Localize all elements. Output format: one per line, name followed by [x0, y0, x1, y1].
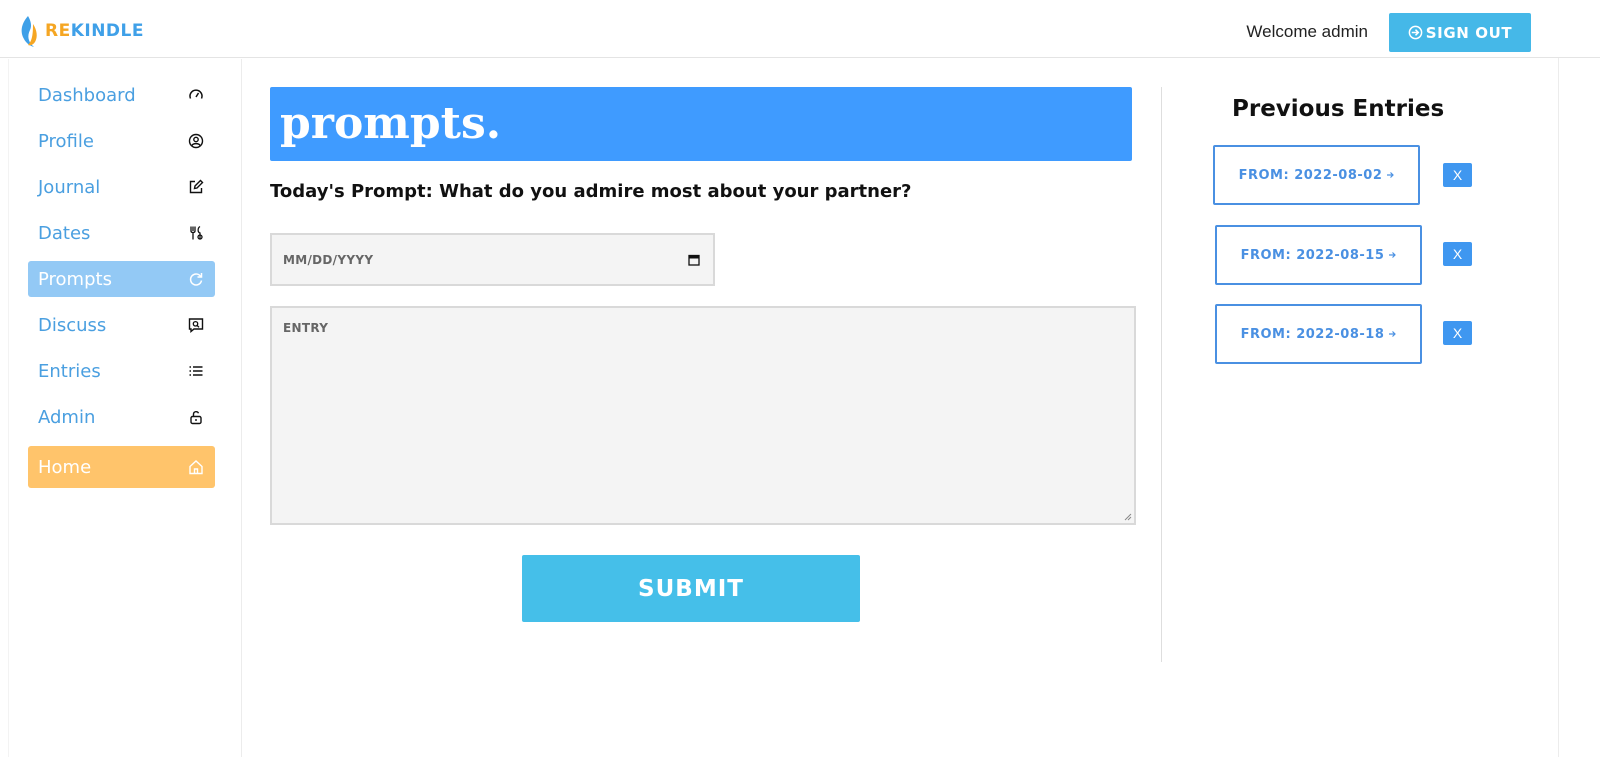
- previous-entry-label: FROM: 2022-08-15: [1240, 247, 1385, 263]
- entry-textarea[interactable]: ENTRY: [270, 306, 1136, 525]
- sidebar-item-dates[interactable]: Dates: [28, 215, 215, 251]
- logo[interactable]: REKINDLE: [18, 14, 144, 48]
- sidebar-item-prompts[interactable]: Prompts: [28, 261, 215, 297]
- user-circle-icon: [188, 133, 204, 149]
- previous-entries-title: Previous Entries: [1232, 96, 1445, 122]
- logo-text-kindle: KINDLE: [70, 21, 144, 41]
- top-bar: REKINDLE Welcome admin SIGN OUT: [0, 0, 1600, 58]
- logo-text-re: RE: [45, 21, 71, 41]
- page-banner: prompts.: [270, 87, 1132, 161]
- sidebar-item-entries[interactable]: Entries: [28, 353, 215, 389]
- welcome-text: Welcome admin: [1246, 22, 1368, 41]
- edit-icon: [189, 179, 204, 194]
- previous-entry-label: FROM: 2022-08-02: [1238, 167, 1383, 183]
- list-icon: [189, 366, 203, 376]
- lock-open-icon: [190, 410, 202, 425]
- resize-grip-icon[interactable]: [1123, 512, 1132, 521]
- refresh-icon: [189, 273, 203, 286]
- arrow-right-icon: [1387, 172, 1395, 178]
- sidebar-item-label: Profile: [38, 130, 94, 152]
- sidebar-item-label: Dates: [38, 222, 91, 244]
- previous-entry-link[interactable]: FROM: 2022-08-15: [1215, 225, 1422, 285]
- scrollbar-edge: [1558, 58, 1559, 757]
- date-input[interactable]: MM/DD/YYYY: [270, 233, 715, 286]
- chat-search-icon: [188, 318, 204, 333]
- logo-text: REKINDLE: [45, 14, 144, 48]
- sidebar-item-discuss[interactable]: Discuss: [28, 307, 215, 343]
- date-placeholder: MM/DD/YYYY: [283, 252, 374, 267]
- calendar-icon[interactable]: [688, 254, 700, 266]
- delete-entry-button[interactable]: X: [1443, 163, 1472, 187]
- sidebar-item-dashboard[interactable]: Dashboard: [28, 77, 215, 113]
- previous-entry-link[interactable]: FROM: 2022-08-02: [1213, 145, 1420, 205]
- delete-entry-button[interactable]: X: [1443, 242, 1472, 266]
- sign-out-button[interactable]: SIGN OUT: [1389, 13, 1531, 52]
- delete-entry-button[interactable]: X: [1443, 321, 1472, 345]
- submit-button[interactable]: SUBMIT: [522, 555, 860, 622]
- panel-divider: [1161, 87, 1162, 662]
- utensils-icon: [190, 225, 203, 240]
- arrow-right-icon: [1389, 331, 1397, 337]
- sidebar-item-journal[interactable]: Journal: [28, 169, 215, 205]
- sidebar-item-label: Journal: [38, 176, 101, 198]
- sign-out-label: SIGN OUT: [1425, 23, 1513, 42]
- flame-icon: [21, 16, 37, 47]
- sidebar-item-label: Admin: [38, 406, 96, 428]
- page-title: prompts.: [280, 98, 502, 149]
- sidebar-item-label: Prompts: [38, 268, 112, 290]
- sidebar-item-label: Discuss: [38, 314, 107, 336]
- sign-in-arrow-icon: [1408, 25, 1423, 40]
- previous-entry-label: FROM: 2022-08-18: [1240, 326, 1385, 342]
- sidebar-item-label: Entries: [38, 360, 101, 382]
- home-icon: [189, 460, 203, 475]
- entry-placeholder: ENTRY: [283, 321, 329, 335]
- todays-prompt: Today's Prompt: What do you admire most …: [270, 181, 912, 202]
- arrow-right-icon: [1389, 252, 1397, 258]
- sidebar-item-label: Dashboard: [38, 84, 136, 106]
- sidebar-item-label: Home: [38, 456, 92, 478]
- sidebar-item-profile[interactable]: Profile: [28, 123, 215, 159]
- previous-entry-link[interactable]: FROM: 2022-08-18: [1215, 304, 1422, 364]
- gauge-icon: [189, 89, 203, 99]
- sidebar-item-home[interactable]: Home: [28, 446, 215, 488]
- sidebar: Dashboard Profile Journal Dates Prompts …: [8, 59, 242, 757]
- sidebar-item-admin[interactable]: Admin: [28, 399, 215, 435]
